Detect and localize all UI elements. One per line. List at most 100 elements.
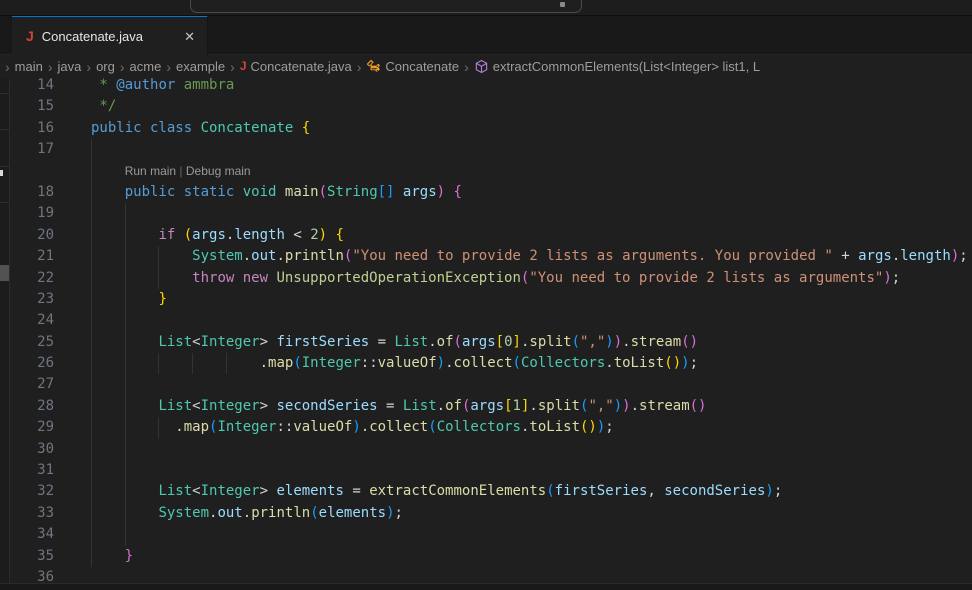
code-text[interactable]: } <box>66 546 972 567</box>
breadcrumb-item[interactable]: Concatenate <box>366 59 459 74</box>
code-text[interactable]: .map(Integer::valueOf).collect(Collector… <box>66 417 972 438</box>
code-text[interactable]: */ <box>66 96 972 117</box>
code-text[interactable]: System.out.println("You need to provide … <box>66 246 972 267</box>
code-line[interactable]: 31 <box>10 460 972 481</box>
token: map <box>184 419 209 435</box>
code-line[interactable]: 23 } <box>10 289 972 310</box>
breadcrumb-item[interactable]: example <box>176 59 225 74</box>
token <box>91 248 192 264</box>
line-number[interactable]: 27 <box>10 374 66 395</box>
line-number[interactable]: 25 <box>10 332 66 353</box>
close-icon[interactable]: ✕ <box>182 28 197 45</box>
line-number[interactable]: 24 <box>10 310 66 331</box>
line-number[interactable]: 17 <box>10 139 66 160</box>
token: + <box>833 248 858 264</box>
code-text[interactable]: * @author ammbra <box>66 78 972 96</box>
code-text[interactable] <box>66 310 972 331</box>
code-line[interactable]: 33 System.out.println(elements); <box>10 503 972 524</box>
token: "," <box>588 398 613 414</box>
line-number[interactable]: 32 <box>10 481 66 502</box>
line-number[interactable]: 29 <box>10 417 66 438</box>
token: ( <box>428 419 436 435</box>
code-line[interactable]: 20 if (args.length < 2) { <box>10 225 972 246</box>
code-line[interactable]: 27 <box>10 374 972 395</box>
line-number[interactable]: 21 <box>10 246 66 267</box>
token: . <box>276 248 284 264</box>
code-text[interactable]: Run main | Debug main <box>66 161 972 182</box>
code-text[interactable]: } <box>66 289 972 310</box>
line-number[interactable]: 22 <box>10 268 66 289</box>
token: 1 <box>513 398 521 414</box>
code-text[interactable]: List<Integer> secondSeries = List.of(arg… <box>66 396 972 417</box>
code-line[interactable]: 17 <box>10 139 972 160</box>
token: ammbra <box>175 78 234 93</box>
line-number[interactable]: 23 <box>10 289 66 310</box>
code-text[interactable] <box>66 203 972 224</box>
code-line[interactable]: 34 <box>10 524 972 545</box>
line-number[interactable]: 30 <box>10 439 66 460</box>
line-number[interactable]: 34 <box>10 524 66 545</box>
code-text[interactable]: public static void main(String[] args) { <box>66 182 972 203</box>
line-number[interactable]: 18 <box>10 182 66 203</box>
chevron-right-icon: › <box>464 60 469 74</box>
command-center[interactable] <box>190 0 582 13</box>
code-text[interactable]: .map(Integer::valueOf).collect(Collector… <box>66 353 972 374</box>
token: Integer <box>201 483 260 499</box>
tab-concatenate-java[interactable]: J Concatenate.java ✕ <box>12 15 208 55</box>
breadcrumb-item[interactable]: main <box>15 59 43 74</box>
scrollbar-thumb[interactable] <box>0 265 9 281</box>
code-line[interactable]: 28 List<Integer> secondSeries = List.of(… <box>10 396 972 417</box>
codelens-run-main[interactable]: Run main <box>125 164 176 178</box>
code-text[interactable]: List<Integer> elements = extractCommonEl… <box>66 481 972 502</box>
code-text[interactable] <box>66 460 972 481</box>
code-text[interactable]: throw new UnsupportedOperationException(… <box>66 268 972 289</box>
codelens-debug-main[interactable]: Debug main <box>186 164 251 178</box>
breadcrumb-item[interactable]: extractCommonElements(List<Integer> list… <box>474 59 760 74</box>
breadcrumb-item[interactable]: org <box>96 59 115 74</box>
code-line[interactable]: 29 .map(Integer::valueOf).collect(Collec… <box>10 417 972 438</box>
breadcrumb-item[interactable]: JConcatenate.java <box>240 59 352 74</box>
code-text[interactable]: if (args.length < 2) { <box>66 225 972 246</box>
code-line[interactable]: 16public class Concatenate { <box>10 118 972 139</box>
indent-guide <box>125 417 126 438</box>
token <box>175 227 183 243</box>
line-number[interactable]: 35 <box>10 546 66 567</box>
code-line[interactable]: 30 <box>10 439 972 460</box>
code-line[interactable]: 25 List<Integer> firstSeries = List.of(a… <box>10 332 972 353</box>
code-line[interactable]: 14 * @author ammbra <box>10 78 972 96</box>
code-text[interactable] <box>66 524 972 545</box>
line-number[interactable]: 28 <box>10 396 66 417</box>
code-line[interactable]: 22 throw new UnsupportedOperationExcepti… <box>10 268 972 289</box>
left-panel-sliver <box>0 78 10 590</box>
line-number[interactable]: 16 <box>10 118 66 139</box>
code-line[interactable]: 26 .map(Integer::valueOf).collect(Collec… <box>10 353 972 374</box>
code-text[interactable] <box>66 439 972 460</box>
code-line[interactable]: 32 List<Integer> elements = extractCommo… <box>10 481 972 502</box>
code-text[interactable]: public class Concatenate { <box>66 118 972 139</box>
code-line[interactable]: 15 */ <box>10 96 972 117</box>
code-editor[interactable]: 14 * @author ammbra15 */16public class C… <box>10 78 972 590</box>
code-text[interactable]: List<Integer> firstSeries = List.of(args… <box>66 332 972 353</box>
line-number[interactable]: 19 <box>10 203 66 224</box>
class-icon <box>366 59 381 74</box>
breadcrumb-item[interactable]: java <box>58 59 82 74</box>
token: . <box>260 355 268 371</box>
line-number[interactable]: 15 <box>10 96 66 117</box>
code-line[interactable]: 19 <box>10 203 972 224</box>
line-number[interactable]: 20 <box>10 225 66 246</box>
line-number[interactable]: 33 <box>10 503 66 524</box>
breadcrumb-item[interactable]: acme <box>130 59 162 74</box>
code-text[interactable] <box>66 139 972 160</box>
line-number[interactable]: 31 <box>10 460 66 481</box>
line-number[interactable]: 14 <box>10 78 66 96</box>
code-text[interactable] <box>66 374 972 395</box>
code-line[interactable]: 35 } <box>10 546 972 567</box>
code-line[interactable]: 24 <box>10 310 972 331</box>
line-number[interactable]: 26 <box>10 353 66 374</box>
codelens-row[interactable]: Run main | Debug main <box>10 161 972 182</box>
code-line[interactable]: 21 System.out.println("You need to provi… <box>10 246 972 267</box>
code-line[interactable]: 18 public static void main(String[] args… <box>10 182 972 203</box>
code-text[interactable]: System.out.println(elements); <box>66 503 972 524</box>
chevron-right-icon: › <box>48 60 53 74</box>
token: . <box>892 248 900 264</box>
